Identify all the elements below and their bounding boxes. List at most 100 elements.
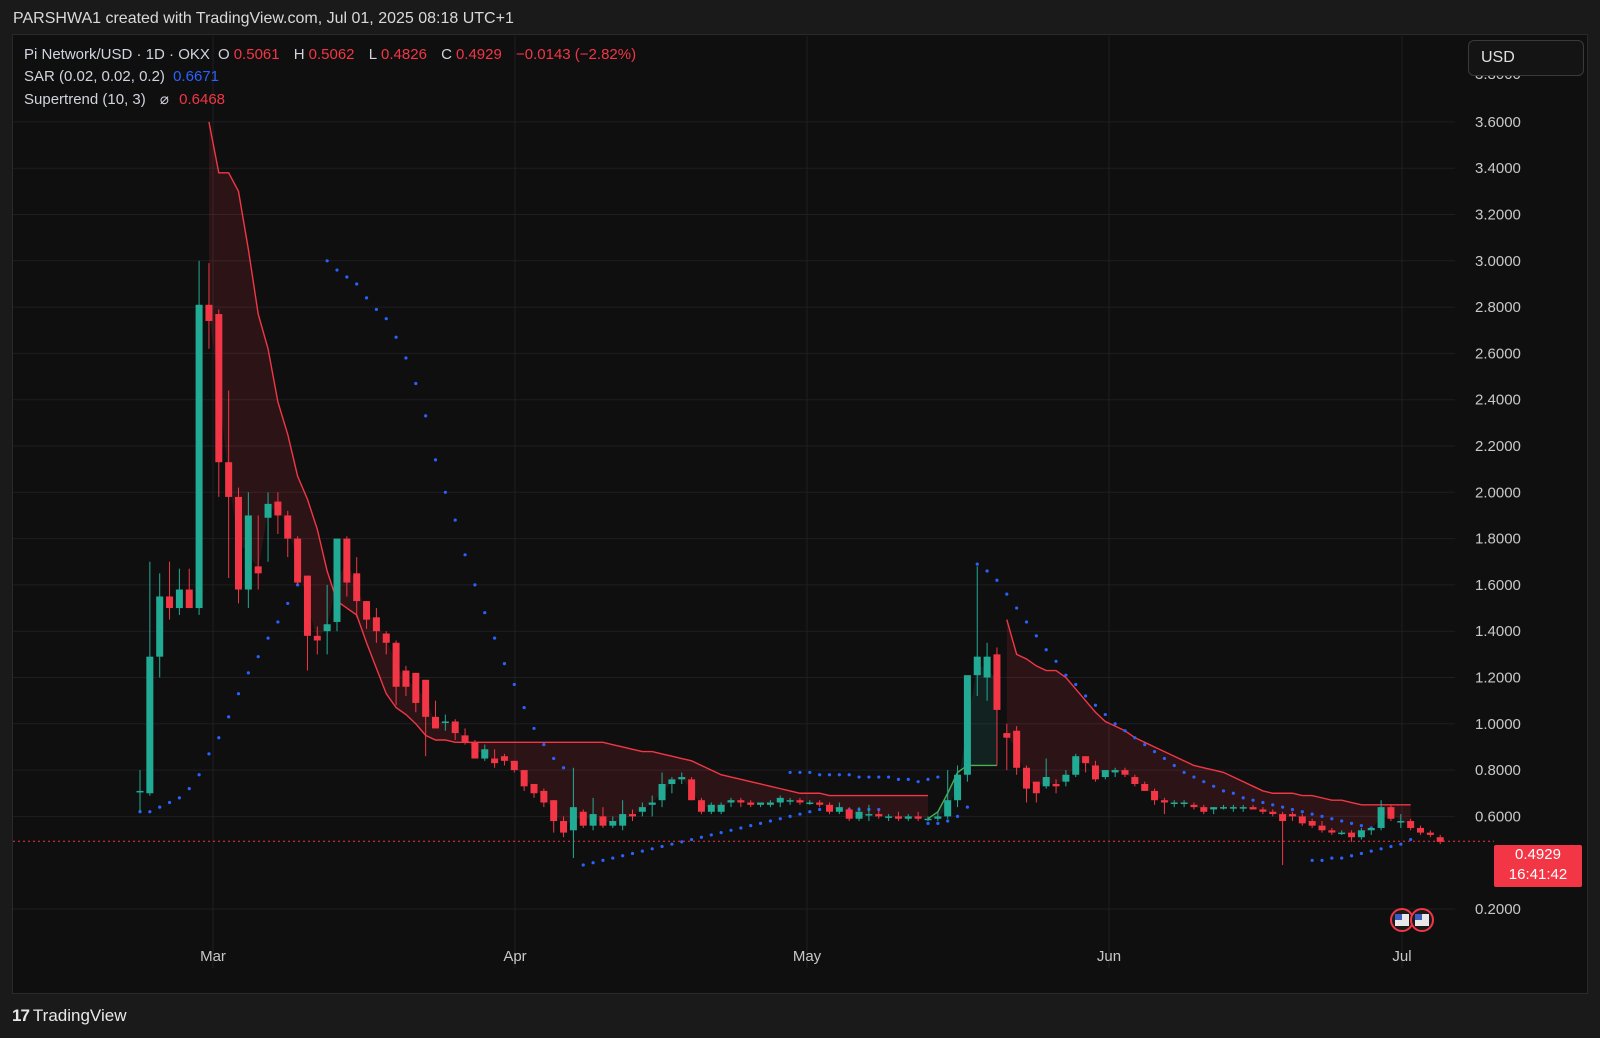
sar-dot: [374, 307, 378, 312]
supertrend-fill: [208, 121, 928, 827]
symbol-name[interactable]: Pi Network/USD · 1D · OKX: [24, 46, 210, 63]
change-value: −0.0143 (−2.82%): [516, 46, 637, 63]
candle-body: [727, 800, 735, 803]
sar-dot: [256, 655, 260, 659]
close-value: 0.4929: [455, 46, 502, 63]
candle-body: [1239, 807, 1247, 809]
sar-dot: [985, 569, 989, 573]
sar-dot: [266, 636, 270, 640]
candle-body: [924, 818, 932, 821]
sar-dot: [1113, 722, 1117, 726]
candle-body: [1348, 832, 1356, 838]
candle-body: [826, 804, 833, 812]
candle-body: [1288, 814, 1296, 817]
supertrend-label[interactable]: Supertrend (10, 3): [24, 91, 146, 108]
candle-body: [1220, 807, 1227, 809]
sar-dot: [778, 817, 782, 821]
sar-dot: [965, 805, 970, 809]
candle-body: [215, 314, 223, 463]
candle-body: [609, 821, 617, 826]
candle-body: [1091, 765, 1099, 780]
sar-label[interactable]: SAR (0.02, 0.02, 0.2): [24, 68, 165, 85]
sar-dot: [650, 847, 654, 851]
candle-body: [550, 800, 558, 822]
tradingview-brand[interactable]: 17 TradingView: [12, 1006, 126, 1026]
candle-body: [254, 566, 262, 574]
sar-dot: [394, 335, 398, 339]
currency-button[interactable]: USD: [1468, 40, 1584, 76]
candle-body: [717, 804, 725, 812]
price-chart[interactable]: 0.2000 0.6000 0.8000 1.0000 1.2000 1.4000 1.60…: [0, 0, 1600, 1038]
sar-dot: [936, 775, 940, 779]
sar-legend[interactable]: SAR (0.02, 0.02, 0.2) 0.6671: [24, 68, 223, 85]
x-tick-label: Jun: [1097, 948, 1121, 965]
candle-body: [1082, 756, 1090, 764]
candle-body: [323, 624, 331, 632]
sar-dot: [739, 826, 743, 830]
sar-dot: [552, 756, 556, 761]
sar-dot: [1064, 673, 1068, 677]
candle-body: [1013, 730, 1021, 768]
sar-dot: [1212, 784, 1216, 788]
sar-dot: [1369, 849, 1373, 853]
sar-dot: [522, 705, 526, 710]
candle-body: [638, 807, 646, 812]
sar-dot: [1182, 770, 1186, 775]
candle-body: [786, 800, 794, 802]
candle-body: [136, 790, 144, 793]
candle-body: [707, 804, 715, 812]
candle-body: [363, 601, 371, 620]
sar-dot: [818, 807, 822, 812]
candle-body: [471, 742, 479, 759]
sar-dot: [591, 861, 595, 865]
candle-body: [284, 515, 292, 539]
y-tick-label: 0.6000: [1475, 808, 1521, 825]
symbol-legend[interactable]: Pi Network/USD · 1D · OKX O 0.5061 H 0.506…: [24, 46, 640, 63]
sar-dot: [877, 775, 881, 779]
sar-dot: [1143, 743, 1147, 747]
candle-body: [146, 656, 154, 794]
sar-dot: [473, 583, 477, 587]
sar-dot: [581, 863, 585, 867]
candle-body: [1151, 790, 1159, 801]
candle-body: [166, 596, 174, 609]
sar-value: 0.6671: [173, 68, 219, 85]
candle-body: [885, 816, 893, 818]
sar-dot: [887, 775, 891, 779]
candle-body: [973, 656, 981, 676]
sar-dot: [177, 796, 181, 800]
sar-dot: [1349, 821, 1354, 825]
y-tick-label: 1.8000: [1475, 531, 1521, 548]
sar-dot: [443, 490, 447, 494]
candle-body: [835, 807, 843, 812]
candle-body: [1338, 832, 1346, 835]
y-tick-label: 2.6000: [1475, 345, 1521, 362]
supertrend-value: 0.6468: [179, 91, 226, 108]
candle-body: [1160, 800, 1168, 803]
sar-dot: [640, 849, 644, 853]
candle-body: [1101, 770, 1109, 778]
candle-body: [244, 515, 252, 590]
sar-dot: [384, 317, 388, 321]
candle-body: [1367, 827, 1375, 831]
sar-dot: [1192, 775, 1196, 779]
y-tick-label: 2.8000: [1475, 299, 1521, 316]
sar-dot: [1093, 703, 1098, 707]
sar-dot: [286, 601, 290, 606]
sar-dot: [1221, 789, 1226, 793]
sar-dot: [1251, 798, 1255, 802]
candle-body: [432, 716, 439, 729]
hidden-eye-icon[interactable]: ⌀: [160, 91, 169, 108]
sar-dot: [227, 715, 231, 719]
candle-body: [382, 633, 390, 643]
sar-dot: [857, 775, 861, 779]
candle-body: [343, 538, 351, 583]
sar-dot: [1271, 803, 1275, 807]
sar-dot: [463, 553, 467, 557]
sar-dot: [680, 840, 684, 844]
supertrend-legend[interactable]: Supertrend (10, 3) ⌀ 0.6468: [24, 90, 229, 108]
sar-dot: [1172, 763, 1176, 768]
sar-dot: [936, 821, 940, 825]
sar-dot: [561, 766, 566, 770]
candle-body: [1328, 830, 1336, 833]
